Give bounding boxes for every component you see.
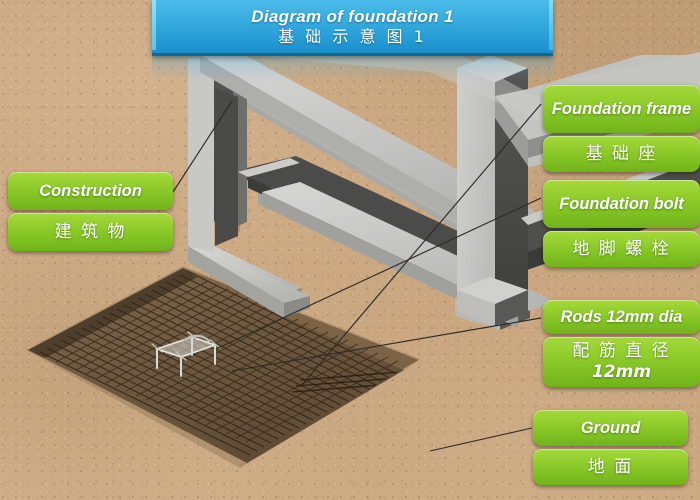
- callout-rods-12mm-cn-line1: 配 筋 直 径: [572, 341, 671, 361]
- callout-ground-en: Ground: [533, 410, 688, 446]
- callout-rods-12mm-cn-line2: 12mm: [591, 362, 652, 382]
- title-banner: Diagram of foundation 1 基 础 示 意 图 1: [152, 0, 553, 56]
- callout-foundation-bolt-en: Foundation bolt: [543, 180, 700, 228]
- callout-construction-en: Construction: [8, 172, 173, 210]
- callout-ground-cn: 地 面: [533, 449, 688, 485]
- callout-foundation-frame-en: Foundation frame: [543, 85, 700, 133]
- callout-rods-12mm-cn: 配 筋 直 径 12mm: [543, 337, 700, 387]
- callout-foundation-bolt-cn: 地 脚 螺 栓: [543, 231, 700, 267]
- title-text-cn: 基 础 示 意 图 1: [278, 26, 427, 46]
- callout-rods-12mm-en: Rods 12mm dia: [543, 300, 700, 334]
- callout-rods-12mm[interactable]: Rods 12mm dia 配 筋 直 径 12mm: [543, 300, 700, 387]
- diagram-canvas: Diagram of foundation 1 基 础 示 意 图 1 Cons…: [0, 0, 700, 500]
- leader-ground: [429, 427, 533, 452]
- callout-ground[interactable]: Ground 地 面: [533, 410, 688, 485]
- callout-foundation-frame-cn: 基 础 座: [543, 136, 700, 172]
- callout-foundation-frame[interactable]: Foundation frame 基 础 座: [543, 85, 700, 172]
- callout-foundation-bolt[interactable]: Foundation bolt 地 脚 螺 栓: [543, 180, 700, 267]
- callout-construction-cn: 建 筑 物: [8, 213, 173, 251]
- title-text-en: Diagram of foundation 1: [251, 6, 454, 26]
- callout-construction[interactable]: Construction 建 筑 物: [8, 172, 173, 251]
